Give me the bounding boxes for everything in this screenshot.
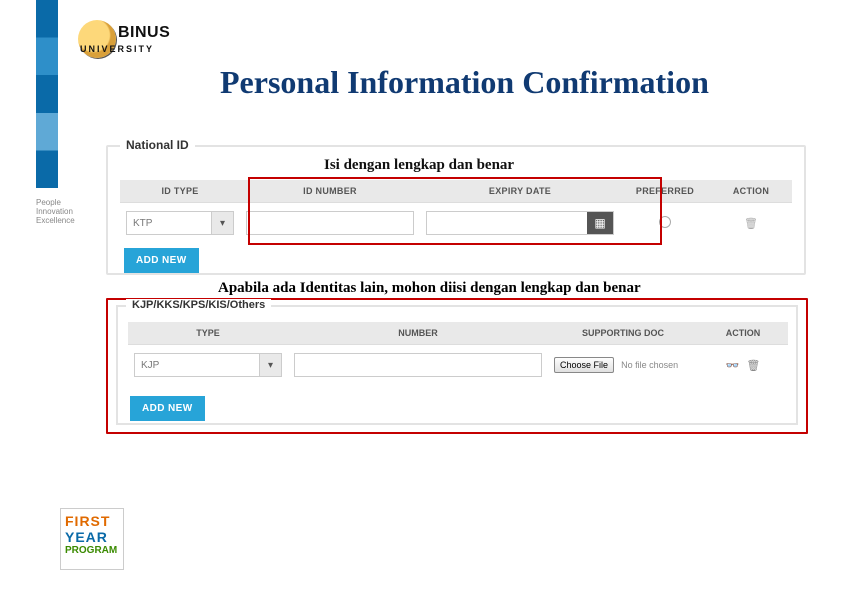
highlight-box-id-fields [248,177,662,245]
brand-sub: UNIVERSITY [80,44,178,54]
other-id-table: TYPE NUMBER SUPPORTING DOC ACTION KJP ▾ … [128,322,788,385]
national-id-legend: National ID [120,138,195,152]
brand-band [36,0,58,188]
col-id-type: ID TYPE [120,180,240,203]
brand-name: BINUS [118,24,178,42]
choose-file-button[interactable]: Choose File [554,357,614,373]
view-icon[interactable]: 👓 [726,360,740,372]
fyp-line1: FIRST [61,509,123,529]
trash-icon: 🗑 [744,218,758,230]
chevron-down-icon: ▾ [259,354,281,376]
brand-logo: BINUS UNIVERSITY [78,20,178,82]
id-type-value: KTP [127,218,211,229]
table-row: KJP ▾ Choose File No file chosen 👓 🗑 [128,345,788,386]
other-type-select[interactable]: KJP ▾ [134,353,282,377]
add-new-other-button[interactable]: ADD NEW [130,396,205,421]
delete-row-button[interactable]: 🗑 [710,203,792,244]
fyp-line2: YEAR [61,529,123,545]
id-type-select[interactable]: KTP ▾ [126,211,234,235]
other-number-input[interactable] [294,353,542,377]
note-fill-completely: Isi dengan lengkap dan benar [324,157,514,174]
trash-icon[interactable]: 🗑 [746,360,760,372]
col-type: TYPE [128,322,288,345]
chevron-down-icon: ▾ [211,212,233,234]
file-status: No file chosen [621,360,678,370]
add-new-id-button[interactable]: ADD NEW [124,248,199,273]
fyp-line3: PROGRAM [61,545,123,560]
col-supporting-doc: SUPPORTING DOC [548,322,698,345]
page-title: Personal Information Confirmation [220,64,709,101]
col-action: ACTION [710,180,792,203]
other-id-legend: KJP/KKS/KPS/KIS/Others [126,299,271,311]
side-tagline: People Innovation Excellence [36,198,58,225]
note-other-identity: Apabila ada Identitas lain, mohon diisi … [218,280,641,297]
first-year-program-logo: FIRST YEAR PROGRAM [60,508,124,570]
other-type-value: KJP [135,360,259,371]
col-action2: ACTION [698,322,788,345]
col-number: NUMBER [288,322,548,345]
